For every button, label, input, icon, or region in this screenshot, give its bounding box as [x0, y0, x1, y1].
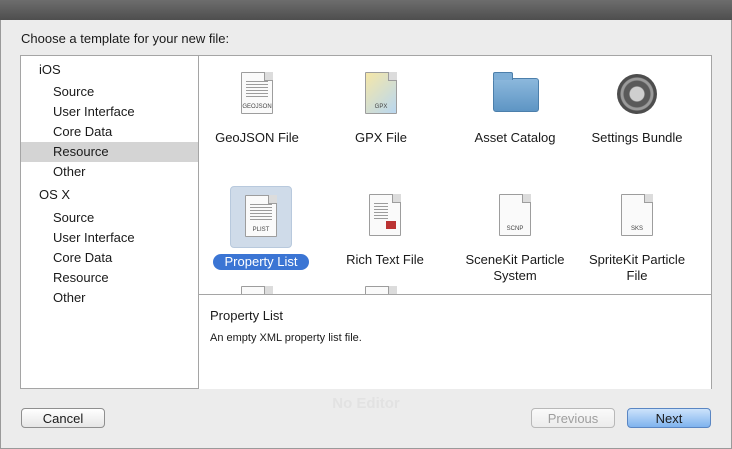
file-icon — [227, 278, 287, 294]
detail-title: Property List — [210, 308, 283, 323]
template-detail-pane: Property List An empty XML property list… — [199, 294, 711, 389]
no-editor-label: No Editor — [332, 395, 400, 412]
template-settings-bundle[interactable]: Settings Bundle — [575, 64, 699, 146]
template-label: GeoJSON File — [215, 130, 299, 145]
sidebar-item-ios-user-interface[interactable]: User Interface — [21, 102, 198, 122]
template-label: Asset Catalog — [474, 130, 556, 145]
template-geojson-file[interactable]: GEOJSON GeoJSON File — [199, 64, 319, 146]
template-label: Property List — [212, 254, 310, 270]
template-gpx-file[interactable]: GPX GPX File — [319, 64, 443, 146]
template-property-list[interactable]: PLIST Property List — [199, 186, 323, 270]
template-chooser: iOS Source User Interface Core Data Reso… — [20, 55, 712, 389]
template-label: SpriteKit Particle File — [588, 252, 686, 283]
template-partial-item[interactable] — [319, 278, 443, 294]
gpx-file-icon: GPX — [351, 64, 411, 124]
sidebar-item-ios-resource[interactable]: Resource — [21, 142, 198, 162]
sidebar-item-osx-source[interactable]: Source — [21, 208, 198, 228]
sidebar-item-ios-source[interactable]: Source — [21, 82, 198, 102]
template-scenekit-particle-system[interactable]: SCNP SceneKit Particle System — [453, 186, 577, 284]
template-label: GPX File — [354, 130, 407, 145]
previous-button[interactable]: Previous — [531, 408, 615, 428]
rtf-file-icon — [355, 186, 415, 246]
gear-icon — [607, 64, 667, 124]
template-asset-catalog[interactable]: Asset Catalog — [453, 64, 577, 146]
geojson-file-icon: GEOJSON — [227, 64, 287, 124]
template-partial-item[interactable] — [199, 278, 319, 294]
sidebar-item-ios-other[interactable]: Other — [21, 162, 198, 182]
cancel-button[interactable]: Cancel — [21, 408, 105, 428]
new-file-sheet: Choose a template for your new file: iOS… — [0, 20, 732, 449]
folder-icon — [485, 64, 545, 124]
plist-file-icon: PLIST — [230, 186, 292, 248]
platform-sidebar: iOS Source User Interface Core Data Reso… — [21, 56, 199, 388]
sidebar-item-osx-resource[interactable]: Resource — [21, 268, 198, 288]
window-title-bar — [0, 0, 732, 21]
template-spritekit-particle-file[interactable]: SKS SpriteKit Particle File — [575, 186, 699, 284]
sidebar-item-osx-user-interface[interactable]: User Interface — [21, 228, 198, 248]
sidebar-group-ios[interactable]: iOS — [39, 62, 61, 77]
dialog-prompt: Choose a template for your new file: — [21, 31, 230, 46]
template-label: SceneKit Particle System — [465, 252, 565, 283]
sidebar-item-osx-core-data[interactable]: Core Data — [21, 248, 198, 268]
sks-file-icon: SKS — [607, 186, 667, 246]
next-button[interactable]: Next — [627, 408, 711, 428]
template-label: Settings Bundle — [591, 130, 683, 145]
template-label: Rich Text File — [346, 252, 424, 267]
template-grid: GEOJSON GeoJSON File GPX GPX File Asset … — [199, 56, 711, 294]
sidebar-item-osx-other[interactable]: Other — [21, 288, 198, 308]
file-icon — [351, 278, 411, 294]
sidebar-item-ios-core-data[interactable]: Core Data — [21, 122, 198, 142]
sidebar-group-osx[interactable]: OS X — [39, 187, 70, 202]
template-rich-text-file[interactable]: Rich Text File — [323, 186, 447, 268]
detail-description: An empty XML property list file. — [210, 332, 362, 344]
scnp-file-icon: SCNP — [485, 186, 545, 246]
